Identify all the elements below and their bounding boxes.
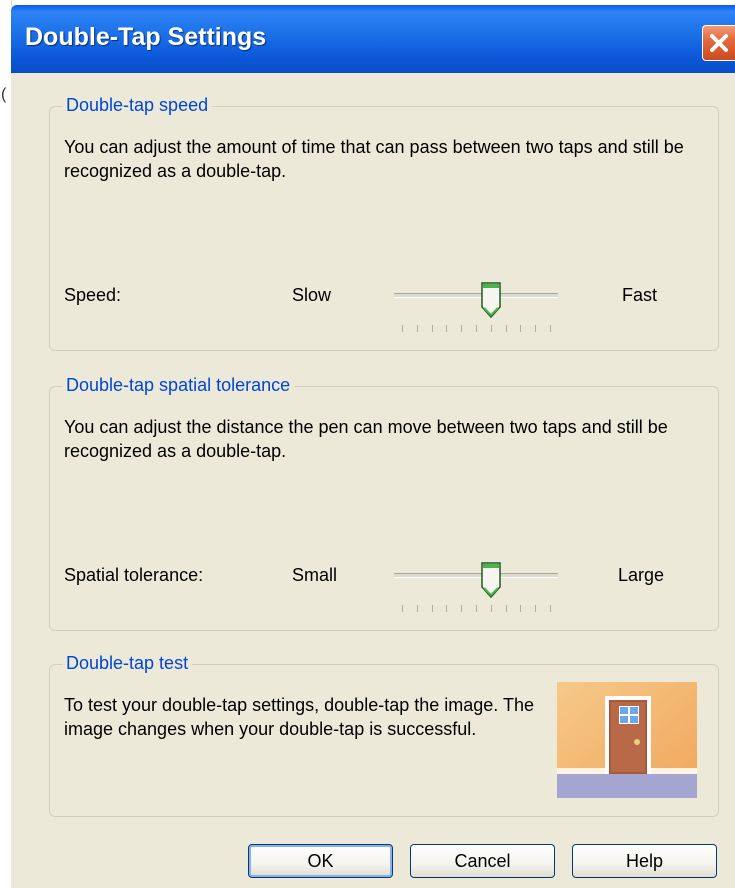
tolerance-min-label: Small <box>292 565 338 585</box>
tolerance-slider-ticks <box>402 605 551 612</box>
speed-slider-tick <box>432 325 433 332</box>
window-title: Double-Tap Settings <box>25 23 267 51</box>
door-icon <box>557 682 697 798</box>
tolerance-slider-track <box>394 573 558 578</box>
title-bar[interactable]: Double-Tap Settings <box>11 5 735 73</box>
speed-slider-tick <box>461 325 462 332</box>
tolerance-slider-tick <box>446 605 447 612</box>
tolerance-slider-tick <box>417 605 418 612</box>
speed-slider-tick <box>402 325 403 332</box>
tolerance-slider-tick <box>432 605 433 612</box>
speed-group-legend: Double-tap speed <box>62 95 213 116</box>
double-tap-settings-dialog: Double-Tap Settings Double-tap speed You… <box>11 5 735 888</box>
background-edge-glyph: ( <box>1 86 7 103</box>
speed-min-label: Slow <box>292 285 332 305</box>
tolerance-slider-tick <box>402 605 403 612</box>
speed-label: Speed: <box>64 285 122 305</box>
tolerance-max-label: Large <box>618 565 665 585</box>
speed-slider-tick <box>491 325 492 332</box>
tolerance-slider-tick <box>550 605 551 612</box>
speed-slider-tick <box>520 325 521 332</box>
close-icon <box>710 34 728 52</box>
tolerance-slider-tick <box>491 605 492 612</box>
tolerance-slider-tick <box>506 605 507 612</box>
tolerance-group: Double-tap spatial tolerance You can adj… <box>49 375 719 631</box>
double-tap-test-image[interactable] <box>557 682 697 798</box>
speed-slider-ticks <box>402 325 551 332</box>
speed-slider-tick <box>417 325 418 332</box>
test-group-legend: Double-tap test <box>62 653 193 674</box>
speed-description: You can adjust the amount of time that c… <box>64 137 684 181</box>
speed-slider-tick <box>506 325 507 332</box>
speed-slider-track <box>394 293 558 298</box>
speed-slider-tick <box>550 325 551 332</box>
test-group: Double-tap test To test your double-tap … <box>49 653 719 817</box>
tolerance-slider-tick <box>476 605 477 612</box>
tolerance-slider[interactable] <box>394 561 558 613</box>
speed-slider-tick <box>446 325 447 332</box>
tolerance-slider-tick <box>520 605 521 612</box>
speed-slider[interactable] <box>394 281 558 333</box>
tolerance-group-legend: Double-tap spatial tolerance <box>62 375 295 396</box>
tolerance-description: You can adjust the distance the pen can … <box>64 417 668 461</box>
speed-slider-tick <box>535 325 536 332</box>
cancel-button[interactable]: Cancel <box>410 844 555 878</box>
test-description: To test your double-tap settings, double… <box>64 695 534 739</box>
speed-slider-tick <box>476 325 477 332</box>
help-button[interactable]: Help <box>572 844 717 878</box>
speed-slider-thumb[interactable] <box>480 281 502 319</box>
tolerance-label: Spatial tolerance: <box>64 565 204 585</box>
tolerance-slider-tick <box>461 605 462 612</box>
speed-max-label: Fast <box>622 285 658 305</box>
tolerance-slider-tick <box>535 605 536 612</box>
close-button[interactable] <box>702 25 735 61</box>
ok-button[interactable]: OK <box>248 844 393 878</box>
tolerance-slider-thumb[interactable] <box>480 561 502 599</box>
speed-group: Double-tap speed You can adjust the amou… <box>49 95 719 351</box>
